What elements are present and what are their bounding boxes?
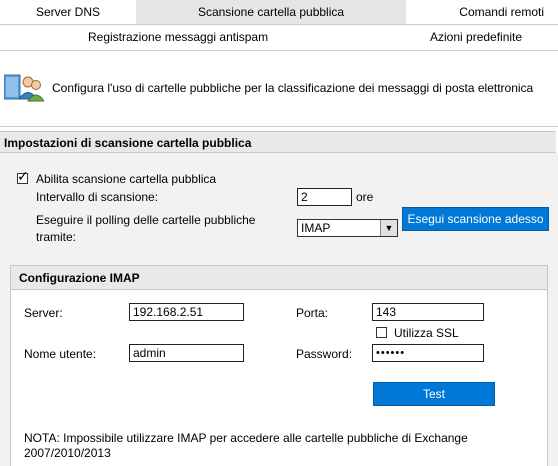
scan-now-button[interactable]: Esegui scansione adesso	[402, 207, 549, 231]
port-input[interactable]: 143	[372, 303, 484, 321]
imap-config-title: Configurazione IMAP	[11, 266, 547, 290]
use-ssl-checkbox[interactable]	[376, 327, 387, 338]
interval-input[interactable]: 2	[297, 188, 352, 206]
enable-scan-checkbox[interactable]: ✓	[17, 169, 29, 184]
tab-server-dns[interactable]: Server DNS	[0, 0, 136, 24]
chevron-down-icon[interactable]: ▼	[380, 220, 397, 236]
public-folder-users-icon	[3, 71, 45, 105]
polling-label: Eseguire il polling delle cartelle pubbl…	[36, 213, 256, 227]
server-input[interactable]: 192.168.2.51	[129, 303, 244, 321]
password-input[interactable]: ••••••	[372, 344, 484, 362]
interval-unit-label: ore	[356, 190, 374, 204]
tab-default-actions[interactable]: Azioni predefinite	[430, 25, 522, 50]
tab-bar-primary: Server DNS Scansione cartella pubblica C…	[0, 0, 558, 25]
port-label: Porta:	[296, 306, 329, 320]
use-ssl-label: Utilizza SSL	[394, 326, 459, 340]
username-input[interactable]: admin	[129, 344, 244, 362]
test-button[interactable]: Test	[373, 382, 495, 406]
page-description: Configura l'uso di cartelle pubbliche pe…	[52, 81, 534, 95]
scan-settings-title: Impostazioni di scansione cartella pubbl…	[0, 131, 556, 153]
imap-note-line2: 2007/2010/2013	[24, 446, 111, 460]
polling-method-value: IMAP	[301, 221, 331, 235]
enable-scan-label: Abilita scansione cartella pubblica	[36, 172, 217, 186]
password-label: Password:	[296, 347, 353, 361]
tab-public-folder-scan[interactable]: Scansione cartella pubblica	[136, 0, 406, 24]
page-header: Configura l'uso di cartelle pubbliche pe…	[0, 51, 558, 127]
server-label: Server:	[24, 306, 63, 320]
interval-label: Intervallo di scansione:	[36, 190, 159, 204]
polling-label-line2: tramite:	[36, 230, 77, 244]
tab-bar-secondary: Registrazione messaggi antispam Azioni p…	[0, 25, 558, 51]
polling-method-select[interactable]: IMAP ▼	[297, 219, 398, 237]
tab-antispam-logging[interactable]: Registrazione messaggi antispam	[88, 25, 268, 50]
tab-remote-commands[interactable]: Comandi remoti	[406, 0, 558, 24]
username-label: Nome utente:	[24, 347, 97, 361]
imap-note: NOTA: Impossibile utilizzare IMAP per ac…	[24, 431, 468, 445]
check-mark-icon: ✓	[17, 168, 29, 184]
